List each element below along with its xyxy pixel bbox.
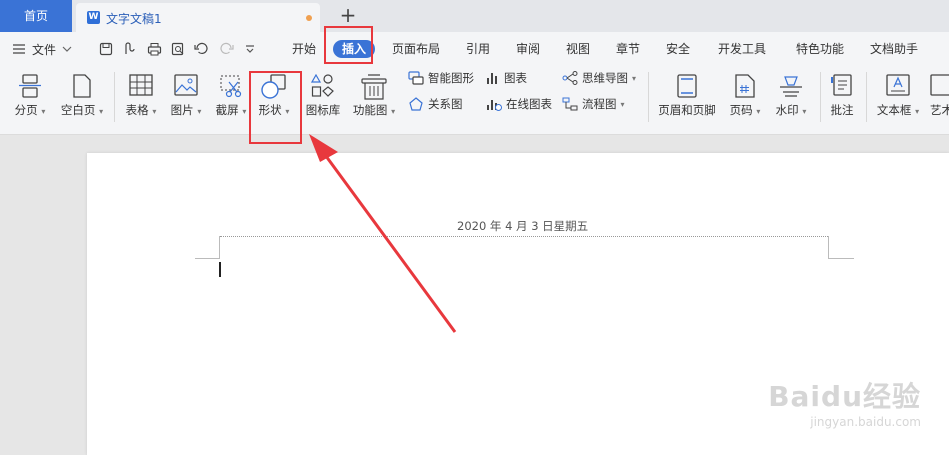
watermark-url-text: jingyan.baidu.com (810, 415, 921, 429)
baidu-watermark: Baidu经验 jingyan.baidu.com (768, 375, 921, 429)
watermark-logo-text: Baidu经验 (768, 380, 921, 413)
